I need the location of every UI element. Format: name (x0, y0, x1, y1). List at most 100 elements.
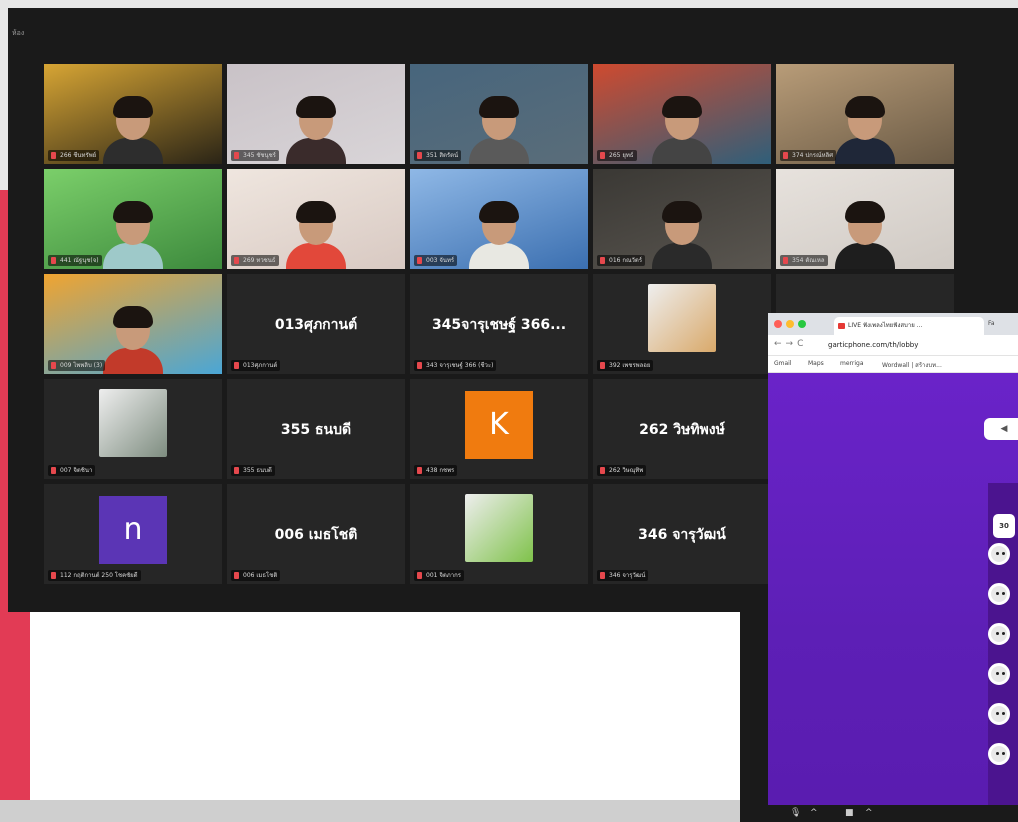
participant-name-label: 351 สิตรัตน์ (414, 150, 462, 161)
chevron-up-icon[interactable]: ^ (810, 808, 818, 818)
address-bar: ←→C garticphone.com/th/lobby (768, 335, 1018, 356)
window-control-dot[interactable] (798, 320, 806, 328)
url-field[interactable]: garticphone.com/th/lobby (828, 341, 918, 349)
player-count: 30 (993, 514, 1015, 538)
bookmark-item[interactable]: Wordwall | สร้างบท... (882, 360, 942, 370)
browser-tab[interactable]: LIVE ฟังเพลงไทยฟังสบาย ... (834, 317, 984, 335)
participant-tile[interactable]: 345จารุเชษฐ์ 366... 343 จารุเชษฐ์ 366 (ชี… (410, 274, 588, 374)
window-control-dot[interactable] (774, 320, 782, 328)
participant-tile[interactable]: 262 วิษทิพงษ์ 262 วิษณุทิพ (593, 379, 771, 479)
bookmark-item[interactable]: Gmail (774, 360, 792, 367)
participant-tile[interactable]: 009 ไพพลิบ (3) (44, 274, 222, 374)
participant-tile[interactable]: 269 ทวชนธ์ (227, 169, 405, 269)
bookmark-item[interactable]: Maps (808, 360, 824, 367)
participant-video-person (469, 96, 529, 164)
participant-name-label: 266 ชีนทรัพย์ (48, 150, 100, 161)
participant-tile[interactable]: 016 กณวัตร์ (593, 169, 771, 269)
participant-tile[interactable]: 346 จารุวัฒน์ 346 จารุวัฒน์ (593, 484, 771, 584)
participant-display-name: 013ศุภกานต์ (274, 317, 358, 333)
participant-video-person (652, 96, 712, 164)
browser-window: LIVE ฟังเพลงไทยฟังสบาย ... Fa ←→C gartic… (768, 313, 1018, 805)
bookmarks-bar: Gmail Maps merriga Wordwall | สร้างบท... (768, 356, 1018, 373)
zoom-window-edge (740, 612, 768, 805)
player-avatar-icon (988, 663, 1010, 685)
participant-tile[interactable]: K 438 กชพร (410, 379, 588, 479)
participant-tile[interactable]: 441 ณัฐนุช(จ) (44, 169, 222, 269)
gartic-lobby-page: ◀ 30 (768, 373, 1018, 805)
participant-video-person (286, 96, 346, 164)
participant-tile[interactable]: 345 ชัชนุชร์ (227, 64, 405, 164)
participant-tile[interactable]: 013ศุภกานต์ 013ศุภกานต์ (227, 274, 405, 374)
video-icon[interactable]: ■ (845, 808, 854, 818)
participant-display-name: 262 วิษทิพงษ์ (639, 422, 725, 438)
participant-video-person (835, 201, 895, 269)
participant-name-label: 355 ธนบดี (231, 465, 275, 476)
participant-tile[interactable]: 392 เพชรพลอย (593, 274, 771, 374)
zoom-top-bar: ห้อง (8, 8, 1018, 48)
participant-name-label: 346 จารุวัฒน์ (597, 570, 649, 581)
player-avatar-icon (988, 583, 1010, 605)
participant-display-name: 346 จารุวัฒน์ (638, 527, 726, 543)
participant-display-name: 355 ธนบดี (280, 422, 352, 438)
participant-name-label: 345 ชัชนุชร์ (231, 150, 279, 161)
microphone-icon[interactable]: 🎙 (790, 808, 801, 818)
back-button[interactable]: ◀ (984, 418, 1018, 440)
participant-name-label: 112 กฤติกานต์ 250 โชคชัยดี (48, 570, 141, 581)
participant-tile[interactable]: n 112 กฤติกานต์ 250 โชคชัยดี (44, 484, 222, 584)
participant-tile[interactable]: 355 ธนบดี 355 ธนบดี (227, 379, 405, 479)
participant-name-label: 354 ตัณเหล (780, 255, 828, 266)
bookmark-item[interactable]: merriga (840, 360, 864, 367)
participant-video-person (103, 201, 163, 269)
participant-video-person (286, 201, 346, 269)
nav-buttons[interactable]: ←→C (774, 339, 807, 349)
participant-name-label: 001 จิตภากร (414, 570, 464, 581)
participant-display-name: 345จารุเชษฐ์ 366... (431, 317, 567, 333)
participant-name-label: 438 กชพร (414, 465, 458, 476)
window-controls[interactable] (774, 320, 806, 328)
participant-video-person (469, 201, 529, 269)
participant-name-label: 343 จารุเชษฐ์ 366 (ชีวะ) (414, 360, 497, 371)
participant-tile[interactable]: 003 จันทร์ (410, 169, 588, 269)
participant-tile[interactable]: 266 ชีนทรัพย์ (44, 64, 222, 164)
participant-name-label: 269 ทวชนธ์ (231, 255, 279, 266)
participant-name-label: 007 จิตชินา (48, 465, 96, 476)
chevron-up-icon[interactable]: ^ (865, 808, 873, 818)
participant-video-person (835, 96, 895, 164)
participant-name-label: 009 ไพพลิบ (3) (48, 360, 106, 371)
window-control-dot[interactable] (786, 320, 794, 328)
participant-tile[interactable]: 354 ตัณเหล (776, 169, 954, 269)
participant-name-label: 006 เมธโชติ (231, 570, 281, 581)
participant-profile-photo (648, 284, 716, 352)
participant-video-person (652, 201, 712, 269)
zoom-top-label: ห้อง (12, 29, 25, 37)
participant-tile[interactable]: 374 ปกรณ์หลิศ (776, 64, 954, 164)
player-avatar-icon (988, 623, 1010, 645)
participant-name-label: 265 ยุทธ์ (597, 150, 637, 161)
participant-tile[interactable]: 265 ยุทธ์ (593, 64, 771, 164)
player-avatar-icon (988, 743, 1010, 765)
participant-video-person (103, 96, 163, 164)
participant-video-person (103, 306, 163, 374)
participant-name-label: 013ศุภกานต์ (231, 360, 281, 371)
participant-avatar: n (99, 496, 167, 564)
browser-tab-bar: LIVE ฟังเพลงไทยฟังสบาย ... Fa (768, 313, 1018, 335)
participant-name-label: 003 จันทร์ (414, 255, 458, 266)
zoom-control-bar: 🎙 ^ ■ ^ (740, 805, 1018, 822)
player-avatar-icon (988, 703, 1010, 725)
participant-name-label: 016 กณวัตร์ (597, 255, 646, 266)
participant-name-label: 441 ณัฐนุช(จ) (48, 255, 102, 266)
participant-name-label: 392 เพชรพลอย (597, 360, 654, 371)
participant-avatar: K (465, 391, 533, 459)
browser-tab-2[interactable]: Fa (988, 320, 995, 327)
document-area (30, 600, 750, 822)
participant-profile-photo (99, 389, 167, 457)
participant-profile-photo (465, 494, 533, 562)
participant-tile[interactable]: 007 จิตชินา (44, 379, 222, 479)
participant-tile[interactable]: 351 สิตรัตน์ (410, 64, 588, 164)
participant-tile[interactable]: 006 เมธโชติ 006 เมธโชติ (227, 484, 405, 584)
participant-display-name: 006 เมธโชติ (274, 527, 358, 543)
participant-name-label: 262 วิษณุทิพ (597, 465, 647, 476)
participant-name-label: 374 ปกรณ์หลิศ (780, 150, 837, 161)
participant-tile[interactable]: 001 จิตภากร (410, 484, 588, 584)
player-avatar-icon (988, 543, 1010, 565)
